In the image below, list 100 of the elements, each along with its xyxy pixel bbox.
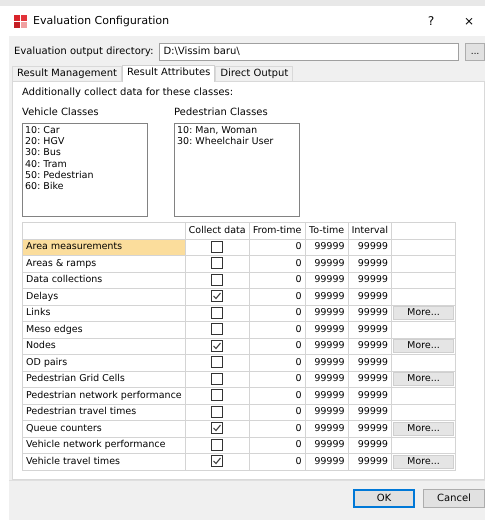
more-button[interactable]: More... xyxy=(392,339,454,354)
table-cell: 99999 xyxy=(305,420,348,437)
list-item[interactable]: 60: Bike xyxy=(25,181,145,192)
checkbox[interactable] xyxy=(211,455,224,468)
row-name[interactable]: OD pairs xyxy=(22,354,186,371)
column-header: From-time xyxy=(249,222,306,239)
table-cell: 99999 xyxy=(305,454,348,470)
checkbox[interactable] xyxy=(211,306,224,319)
checkbox[interactable] xyxy=(211,356,224,368)
row-name[interactable]: Meso edges xyxy=(22,322,186,338)
checkbox[interactable] xyxy=(211,422,224,434)
list-item[interactable]: 40: Tram xyxy=(25,158,145,170)
table-cell: 99999 xyxy=(348,338,392,354)
table-cell: 99999 xyxy=(305,371,348,388)
checkbox[interactable] xyxy=(211,257,224,270)
checkbox[interactable] xyxy=(211,290,224,302)
table-cell: 99999 xyxy=(305,338,348,354)
table-cell: 99999 xyxy=(348,256,392,272)
list-item[interactable]: 30: Wheelchair User xyxy=(177,136,297,148)
table-cell: 99999 xyxy=(348,305,392,322)
list-item[interactable]: 10: Man, Woman xyxy=(177,125,297,136)
table-cell: 99999 xyxy=(348,239,392,256)
row-name[interactable]: Pedestrian network performance xyxy=(22,388,186,404)
checkbox[interactable] xyxy=(211,389,224,402)
row-name[interactable]: Nodes xyxy=(22,338,186,354)
list-label: Pedestrian Classes xyxy=(174,107,269,119)
row-name[interactable]: Links xyxy=(22,305,186,322)
table-cell: 0 xyxy=(249,305,306,322)
dialog-button[interactable]: Cancel xyxy=(423,489,485,508)
checkbox[interactable] xyxy=(211,323,224,336)
close-button[interactable]: × xyxy=(453,12,485,30)
table-cell: 0 xyxy=(249,288,306,305)
row-name[interactable]: Areas & ramps xyxy=(22,256,186,272)
table-cell: 0 xyxy=(249,420,306,437)
browse-button[interactable]: ... xyxy=(465,43,485,61)
table-cell: 99999 xyxy=(305,272,348,288)
table-cell: 99999 xyxy=(348,388,392,404)
class-list[interactable]: 10: Car 20: HGV 30: Bus 40: Tram 50: Pedestrian 60: Bike xyxy=(22,123,148,217)
table-cell: 99999 xyxy=(305,354,348,371)
table-cell: 99999 xyxy=(348,272,392,288)
row-name[interactable]: Area measurements xyxy=(22,239,186,256)
more-button[interactable]: More... xyxy=(392,372,454,386)
table-cell: 99999 xyxy=(348,288,392,305)
checkbox[interactable] xyxy=(211,274,224,286)
list-item[interactable]: 50: Pedestrian xyxy=(25,170,145,182)
table-cell: 0 xyxy=(249,272,306,288)
table-cell: 99999 xyxy=(348,354,392,371)
table-cell: 99999 xyxy=(348,420,392,437)
table-cell: 0 xyxy=(249,354,306,371)
checkbox[interactable] xyxy=(211,438,224,451)
table-cell: 0 xyxy=(249,454,306,470)
tab[interactable]: Result Management xyxy=(12,66,122,81)
table-cell: 99999 xyxy=(348,371,392,388)
tab[interactable]: Result Attributes xyxy=(122,65,216,82)
table-cell: 99999 xyxy=(348,322,392,338)
app-logo-icon xyxy=(14,14,27,28)
row-name[interactable]: Vehicle travel times xyxy=(22,454,186,470)
help-button[interactable]: ? xyxy=(415,12,447,30)
table-cell: 99999 xyxy=(348,404,392,420)
row-name[interactable]: Vehicle network performance xyxy=(22,437,186,454)
column-header: Collect data xyxy=(185,222,250,239)
row-name[interactable]: Pedestrian Grid Cells xyxy=(22,371,186,388)
table-cell: 0 xyxy=(249,388,306,404)
directory-field[interactable]: D:\Vissim baru\ xyxy=(159,43,459,61)
directory-label: Evaluation output directory: xyxy=(14,46,154,58)
column-header: To-time xyxy=(305,222,348,239)
table-cell: 99999 xyxy=(305,239,348,256)
table-cell: 0 xyxy=(249,256,306,272)
row-name[interactable]: Queue counters xyxy=(22,420,186,437)
list-label: Vehicle Classes xyxy=(22,107,100,119)
row-name[interactable]: Pedestrian travel times xyxy=(22,404,186,420)
table-cell: 99999 xyxy=(305,288,348,305)
column-header: Interval xyxy=(348,222,392,239)
window-title: Evaluation Configuration xyxy=(33,12,170,29)
row-name[interactable]: Delays xyxy=(22,288,186,305)
table-cell: 0 xyxy=(249,338,306,354)
table-cell: 99999 xyxy=(305,305,348,322)
dialog-button[interactable]: OK xyxy=(353,489,415,508)
tab[interactable]: Direct Output xyxy=(215,66,294,81)
table-cell: 0 xyxy=(249,371,306,388)
more-button[interactable]: More... xyxy=(392,306,454,320)
table-cell: 0 xyxy=(249,437,306,454)
table-cell: 0 xyxy=(249,239,306,256)
checkbox[interactable] xyxy=(211,240,224,253)
checkbox[interactable] xyxy=(211,406,224,418)
table-cell: 0 xyxy=(249,404,306,420)
checkbox[interactable] xyxy=(211,372,224,385)
list-item[interactable]: 10: Car xyxy=(25,125,145,136)
table-cell: 99999 xyxy=(305,437,348,454)
checkbox[interactable] xyxy=(211,340,224,352)
class-list[interactable]: 10: Man, Woman 30: Wheelchair User xyxy=(174,123,300,217)
table-cell: 99999 xyxy=(348,437,392,454)
list-item[interactable]: 30: Bus xyxy=(25,147,145,159)
table-cell: 99999 xyxy=(348,454,392,470)
table-cell: 99999 xyxy=(305,404,348,420)
row-name[interactable]: Data collections xyxy=(22,272,186,288)
table-cell: 0 xyxy=(249,322,306,338)
more-button[interactable]: More... xyxy=(392,454,454,469)
more-button[interactable]: More... xyxy=(392,422,454,436)
list-item[interactable]: 20: HGV xyxy=(25,136,145,148)
